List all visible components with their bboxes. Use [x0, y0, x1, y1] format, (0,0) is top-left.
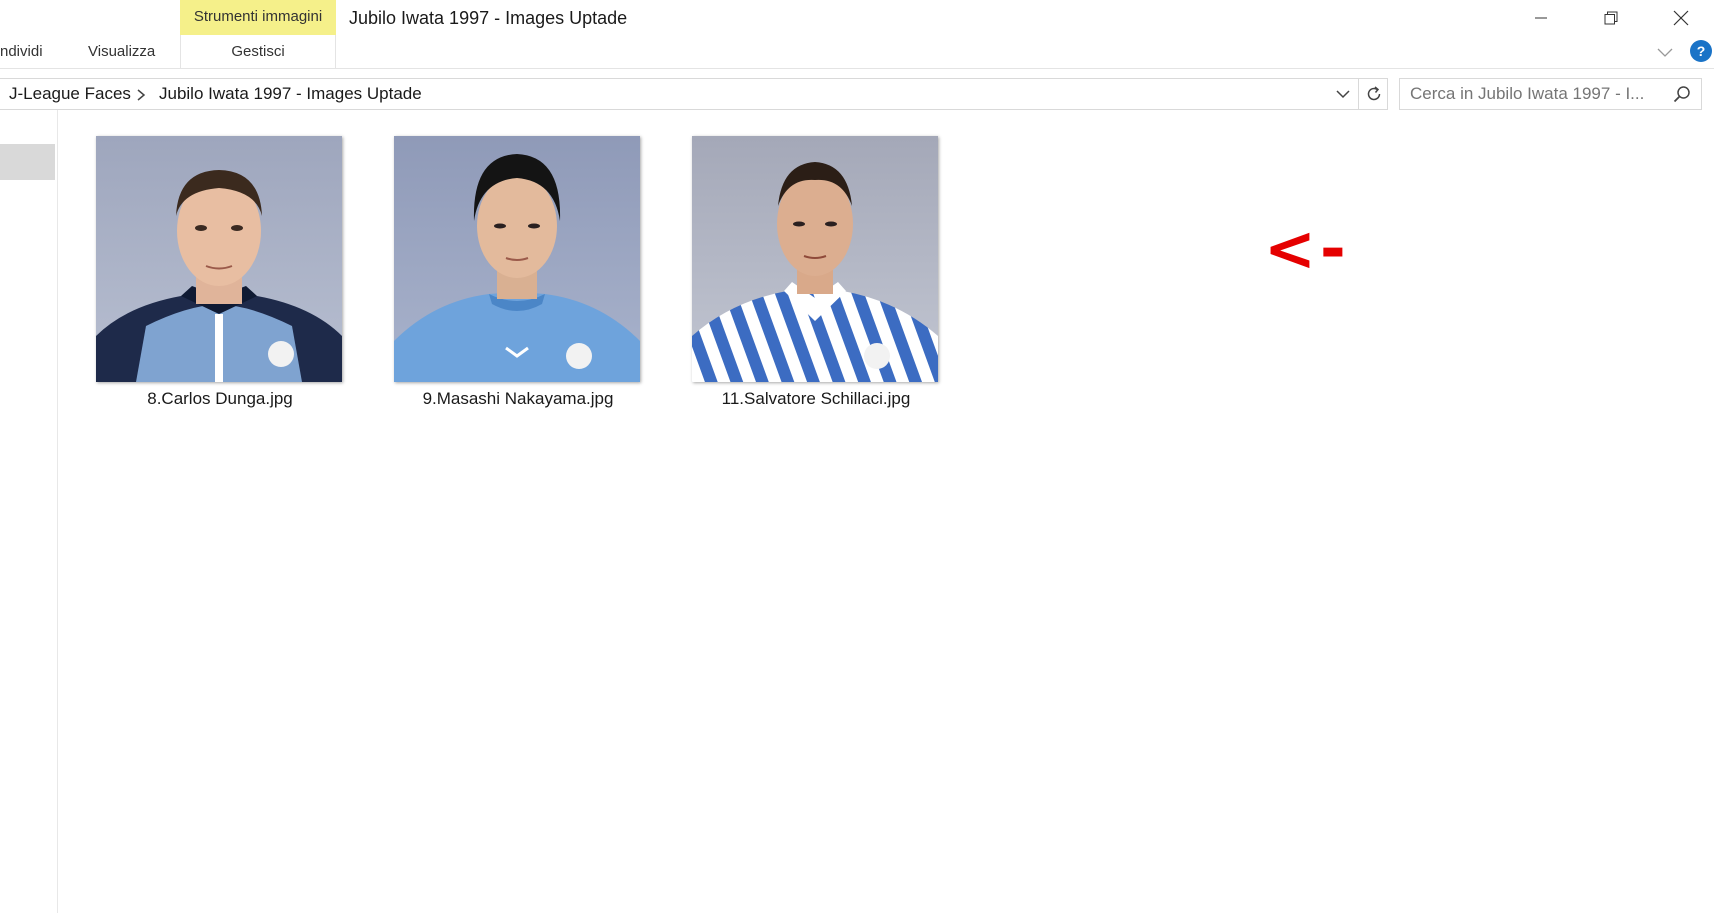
chevron-right-icon — [137, 88, 146, 101]
address-dropdown-button[interactable] — [1334, 85, 1352, 103]
image-thumbnail[interactable] — [394, 136, 640, 382]
restore-icon — [1604, 11, 1618, 24]
ribbon-collapse-button[interactable] — [1656, 43, 1674, 61]
search-button[interactable] — [1672, 84, 1692, 104]
tab-gestisci-container: Gestisci — [180, 35, 336, 69]
tab-gestisci[interactable]: Gestisci — [231, 35, 284, 68]
portrait-thumbnail-nakayama — [394, 136, 640, 382]
minimize-icon — [1535, 17, 1547, 18]
restore-button[interactable] — [1588, 0, 1634, 35]
title-bar: Strumenti immagini Jubilo Iwata 1997 - I… — [0, 0, 1714, 35]
file-tile[interactable]: 9.Masashi Nakayama.jpg — [378, 136, 640, 408]
help-icon[interactable]: ? — [1690, 40, 1712, 62]
file-name[interactable]: 8.Carlos Dunga.jpg — [80, 389, 360, 409]
vertical-scrollbar[interactable] — [1706, 110, 1714, 913]
refresh-icon — [1367, 86, 1380, 101]
window-title: Jubilo Iwata 1997 - Images Uptade — [349, 8, 628, 28]
portrait-thumbnail-dunga — [96, 136, 342, 382]
nav-selected-item[interactable] — [0, 144, 55, 180]
search-icon — [1673, 86, 1690, 103]
search-input[interactable] — [1410, 79, 1670, 109]
refresh-button[interactable] — [1358, 79, 1388, 109]
tab-visualizza[interactable]: Visualizza — [88, 35, 155, 68]
navigation-pane — [0, 110, 58, 913]
chevron-down-icon — [1336, 90, 1350, 99]
file-name[interactable]: 9.Masashi Nakayama.jpg — [378, 389, 658, 409]
context-tab-header[interactable]: Strumenti immagini — [180, 0, 336, 35]
portrait-thumbnail-schillaci — [692, 136, 938, 382]
close-icon — [1673, 10, 1689, 25]
chevron-down-icon — [1657, 48, 1673, 57]
breadcrumb-current-folder[interactable]: Jubilo Iwata 1997 - Images Uptade — [159, 79, 422, 109]
close-button[interactable] — [1658, 0, 1704, 35]
file-tile[interactable]: 11.Salvatore Schillaci.jpg — [676, 136, 938, 408]
breadcrumb-separator[interactable] — [136, 79, 146, 109]
ribbon-tabs: ndividi Visualizza Gestisci ? — [0, 35, 1714, 69]
breadcrumb-j-league-faces[interactable]: J-League Faces — [9, 79, 131, 109]
address-bar[interactable]: J-League Faces Jubilo Iwata 1997 - Image… — [0, 78, 1388, 110]
red-arrow-annotation: <- — [1264, 212, 1350, 285]
minimize-button[interactable] — [1518, 0, 1564, 35]
file-tile[interactable]: 8.Carlos Dunga.jpg — [80, 136, 342, 408]
search-box — [1399, 78, 1702, 110]
file-name[interactable]: 11.Salvatore Schillaci.jpg — [676, 389, 956, 409]
tab-condividi[interactable]: ndividi — [0, 35, 43, 68]
image-thumbnail[interactable] — [692, 136, 938, 382]
file-list: 8.Carlos Dunga.jpg 9.Masashi Nakayama.jp… — [59, 110, 1714, 913]
image-thumbnail[interactable] — [96, 136, 342, 382]
